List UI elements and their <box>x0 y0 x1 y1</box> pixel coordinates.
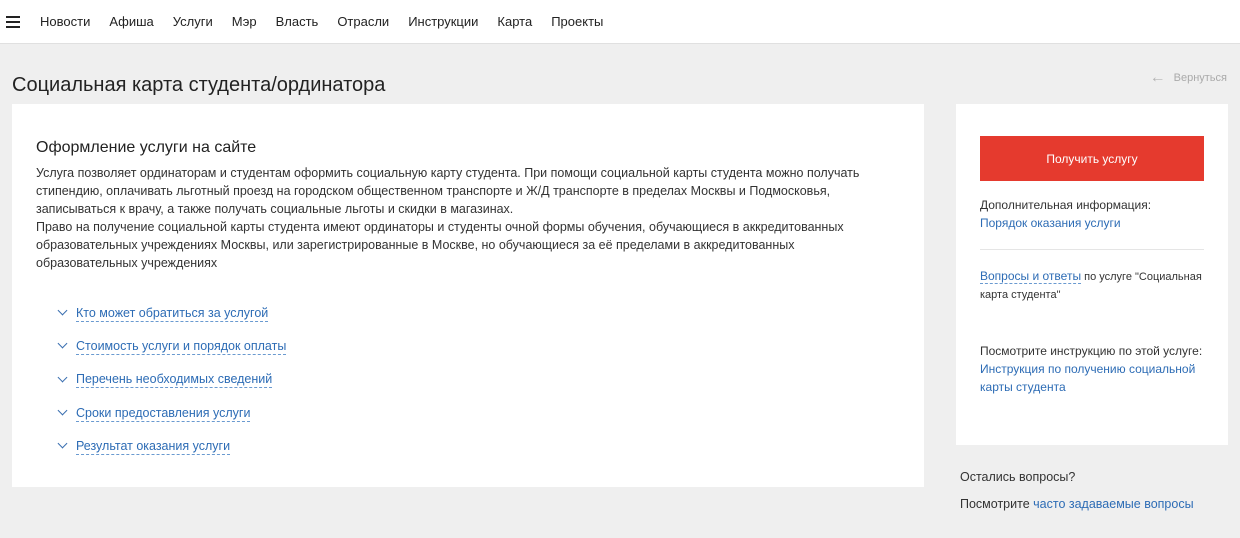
qa-block: Вопросы и ответы по услуге "Социальная к… <box>980 267 1202 304</box>
nav-item-map[interactable]: Карта <box>497 14 532 29</box>
faq-line: Посмотрите часто задаваемые вопросы <box>960 497 1194 511</box>
section-title: Оформление услуги на сайте <box>36 139 257 156</box>
qa-suffix-2: карта студента" <box>980 289 1061 301</box>
accordion-label: Сроки предоставления услуги <box>76 405 251 422</box>
accordion-label: Кто может обратиться за услугой <box>76 305 269 322</box>
description-line: стипендию, оплачивать льготный проезд на… <box>36 184 831 198</box>
instruction-block: Посмотрите инструкцию по этой услуге: Ин… <box>980 342 1202 396</box>
instruction-link[interactable]: Инструкция по получению социальной карты… <box>980 360 1202 396</box>
nav-item-government[interactable]: Власть <box>276 14 319 29</box>
instruction-label: Посмотрите инструкцию по этой услуге: <box>980 344 1203 358</box>
nav-item-instructions[interactable]: Инструкции <box>408 14 478 29</box>
nav-item-projects[interactable]: Проекты <box>551 14 603 29</box>
faq-link[interactable]: часто задаваемые вопросы <box>1033 497 1193 511</box>
service-order-link[interactable]: Порядок оказания услуги <box>980 216 1121 230</box>
nav-item-afisha[interactable]: Афиша <box>109 14 153 29</box>
chevron-down-icon <box>57 338 68 349</box>
description-line: образовательных учреждениях Москвы, или … <box>36 238 795 252</box>
accordion-item-who-can-apply[interactable]: Кто может обратиться за услугой <box>57 297 286 330</box>
description-line: Право на получение социальной карты студ… <box>36 220 844 234</box>
service-description: Услуга позволяет ординаторам и студентам… <box>36 164 896 272</box>
qa-link[interactable]: Вопросы и ответы <box>980 269 1082 284</box>
back-link[interactable]: ← Вернуться <box>1150 70 1227 86</box>
extra-info-block: Дополнительная информация: Порядок оказа… <box>980 196 1151 232</box>
qa-suffix: по услуге "Социальная <box>1081 271 1202 283</box>
chevron-down-icon <box>57 405 68 416</box>
accordion-label: Перечень необходимых сведений <box>76 372 273 389</box>
accordion-list: Кто может обратиться за услугой Стоимост… <box>57 297 287 463</box>
instruction-link-line: карты студента <box>980 380 1066 394</box>
back-label: Вернуться <box>1173 72 1227 84</box>
nav-item-news[interactable]: Новости <box>40 14 90 29</box>
accordion-item-required-info[interactable]: Перечень необходимых сведений <box>57 364 286 397</box>
chevron-down-icon <box>57 305 68 316</box>
menu-icon[interactable] <box>6 15 20 28</box>
page-title: Социальная карта студента/ординатора <box>12 74 386 96</box>
chevron-down-icon <box>57 372 68 383</box>
service-description-card: Оформление услуги на сайте Услуга позвол… <box>12 104 924 487</box>
extra-info-label: Дополнительная информация: <box>980 198 1152 212</box>
accordion-item-cost[interactable]: Стоимость услуги и порядок оплаты <box>57 330 287 363</box>
accordion-item-result[interactable]: Результат оказания услуги <box>57 430 286 463</box>
divider <box>980 249 1204 250</box>
chevron-down-icon <box>57 438 68 449</box>
accordion-label: Стоимость услуги и порядок оплаты <box>76 338 287 355</box>
accordion-label: Результат оказания услуги <box>76 438 231 455</box>
instruction-link-line: Инструкция по получению социальной <box>980 362 1196 376</box>
arrow-left-icon: ← <box>1149 69 1166 86</box>
description-line: Услуга позволяет ординаторам и студентам… <box>36 166 860 180</box>
accordion-item-timing[interactable]: Сроки предоставления услуги <box>57 397 286 430</box>
get-service-button[interactable]: Получить услугу <box>980 136 1204 181</box>
questions-left-text: Остались вопросы? <box>960 470 1076 484</box>
top-navigation: Новости Афиша Услуги Мэр Власть Отрасли … <box>0 0 1240 44</box>
nav-item-industries[interactable]: Отрасли <box>337 14 389 29</box>
description-line: образовательных учреждениях <box>36 256 218 270</box>
description-line: записываться к врачу, а также получать с… <box>36 202 514 216</box>
faq-prefix: Посмотрите <box>960 497 1034 511</box>
nav-item-services[interactable]: Услуги <box>173 14 213 29</box>
nav-item-mayor[interactable]: Мэр <box>232 14 257 29</box>
service-sidebar-card: Получить услугу Дополнительная информаци… <box>956 104 1228 445</box>
